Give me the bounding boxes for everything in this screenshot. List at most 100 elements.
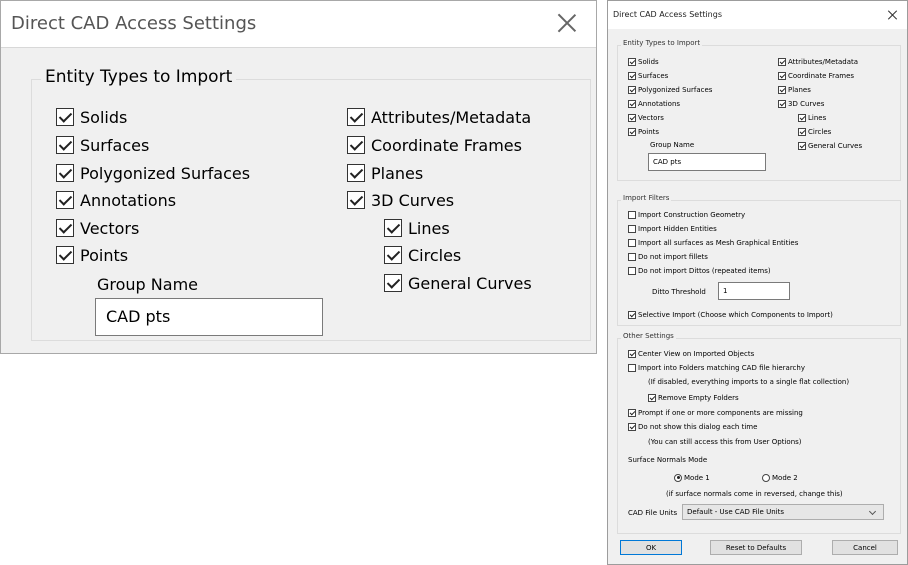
radio-icon: [674, 473, 682, 482]
group-name-input[interactable]: CAD pts: [648, 153, 766, 171]
zoomed-checkbox-general-curves[interactable]: General Curves: [384, 271, 532, 295]
ok-button[interactable]: OK: [620, 540, 682, 555]
radio-mode-2[interactable]: Mode 2: [762, 472, 798, 483]
zoomed-group-name-input[interactable]: CAD pts: [95, 298, 323, 336]
zoomed-checkbox-polygonized-surfaces[interactable]: Polygonized Surfaces: [56, 161, 250, 185]
ditto-threshold-label: Ditto Threshold: [652, 288, 706, 296]
checkbox-icon: [778, 57, 786, 66]
ditto-threshold-input[interactable]: 1: [718, 282, 790, 300]
checkbox-label: Do not import fillets: [638, 252, 708, 261]
zoomed-checkbox-points[interactable]: Points: [56, 243, 128, 267]
checkbox-label: Annotations: [638, 99, 681, 108]
zoomed-checkbox-lines[interactable]: Lines: [384, 216, 450, 240]
checkbox-do-not-show-dialog[interactable]: Do not show this dialog each time: [628, 421, 757, 432]
checkbox-icon: [628, 252, 636, 261]
checkbox-solids[interactable]: Solids: [628, 56, 659, 67]
cad-file-units-select[interactable]: Default - Use CAD File Units: [682, 504, 884, 520]
checkbox-icon: [384, 274, 402, 292]
checkbox-icon: [56, 219, 74, 237]
reset-to-defaults-button[interactable]: Reset to Defaults: [710, 540, 802, 555]
checkbox-label: Attributes/Metadata: [788, 57, 859, 66]
checkbox-label: Circles: [808, 127, 832, 136]
other-settings-legend: Other Settings: [621, 332, 676, 340]
checkbox-label: Surfaces: [80, 135, 150, 155]
checkbox-surfaces[interactable]: Surfaces: [628, 70, 668, 81]
checkbox-label: Coordinate Frames: [788, 71, 855, 80]
zoomed-checkbox-attributes-metadata[interactable]: Attributes/Metadata: [347, 105, 531, 129]
zoomed-checkbox-planes[interactable]: Planes: [347, 161, 423, 185]
checkbox-label: Solids: [80, 107, 128, 127]
checkbox-icon: [56, 246, 74, 264]
checkbox-label: Polygonized Surfaces: [80, 163, 251, 183]
checkbox-label: Vectors: [80, 218, 140, 238]
zoomed-checkbox-circles[interactable]: Circles: [384, 243, 461, 267]
normals-note: (if surface normals come in reversed, ch…: [666, 490, 843, 498]
checkbox-label: Polygonized Surfaces: [638, 85, 713, 94]
checkbox-do-not-import-dittos[interactable]: Do not import Dittos (repeated items): [628, 265, 771, 276]
checkbox-attributes-metadata[interactable]: Attributes/Metadata: [778, 56, 858, 67]
checkbox-label: Import Hidden Entities: [638, 224, 717, 233]
checkbox-coordinate-frames[interactable]: Coordinate Frames: [778, 70, 854, 81]
zoomed-checkbox-coordinate-frames[interactable]: Coordinate Frames: [347, 133, 522, 157]
zoomed-close-icon[interactable]: [553, 9, 581, 37]
checkbox-selective-import[interactable]: Selective Import (Choose which Component…: [628, 309, 833, 320]
checkbox-icon: [628, 310, 636, 319]
group-name-label: Group Name: [650, 141, 695, 149]
chevron-down-icon: [868, 507, 877, 516]
zoomed-checkbox-vectors[interactable]: Vectors: [56, 216, 139, 240]
checkbox-icon: [798, 141, 806, 150]
checkbox-icon: [56, 164, 74, 182]
checkbox-prompt-missing[interactable]: Prompt if one or more components are mis…: [628, 407, 803, 418]
checkbox-icon: [347, 108, 365, 126]
zoomed-checkbox-surfaces[interactable]: Surfaces: [56, 133, 149, 157]
checkbox-label: General Curves: [808, 141, 863, 150]
checkbox-icon: [628, 99, 636, 108]
checkbox-general-curves[interactable]: General Curves: [798, 140, 862, 151]
checkbox-icon: [798, 113, 806, 122]
checkbox-label: Lines: [408, 218, 450, 238]
radio-mode-1[interactable]: Mode 1: [674, 472, 710, 483]
checkbox-icon: [778, 99, 786, 108]
checkbox-do-not-import-fillets[interactable]: Do not import fillets: [628, 251, 708, 262]
checkbox-3d-curves[interactable]: 3D Curves: [778, 98, 824, 109]
checkbox-label: Lines: [808, 113, 827, 122]
surface-normals-label: Surface Normals Mode: [628, 456, 708, 464]
select-value: Default - Use CAD File Units: [687, 508, 784, 516]
checkbox-import-into-folders[interactable]: Import into Folders matching CAD file hi…: [628, 362, 805, 373]
checkbox-label: 3D Curves: [371, 190, 455, 210]
checkbox-center-view[interactable]: Center View on Imported Objects: [628, 348, 754, 359]
checkbox-import-construction-geometry[interactable]: Import Construction Geometry: [628, 209, 745, 220]
checkbox-remove-empty-folders[interactable]: Remove Empty Folders: [648, 392, 739, 403]
zoomed-entity-types-legend: Entity Types to Import: [41, 67, 237, 87]
checkbox-label: Import all surfaces as Mesh Graphical En…: [638, 238, 799, 247]
close-icon[interactable]: [887, 9, 899, 21]
checkbox-icon: [384, 219, 402, 237]
checkbox-circles[interactable]: Circles: [798, 126, 831, 137]
checkbox-icon: [56, 136, 74, 154]
checkbox-points[interactable]: Points: [628, 126, 659, 137]
checkbox-label: Coordinate Frames: [371, 135, 522, 155]
zoomed-dialog-title: Direct CAD Access Settings: [11, 13, 257, 34]
radio-label: Mode 1: [684, 473, 710, 482]
dialog-title-bar: Direct CAD Access Settings: [608, 1, 907, 29]
checkbox-polygonized-surfaces[interactable]: Polygonized Surfaces: [628, 84, 712, 95]
checkbox-label: Solids: [638, 57, 659, 66]
cancel-button[interactable]: Cancel: [832, 540, 898, 555]
checkbox-import-mesh-entities[interactable]: Import all surfaces as Mesh Graphical En…: [628, 237, 798, 248]
checkbox-icon: [628, 238, 636, 247]
folders-note: (If disabled, everything imports to a si…: [648, 378, 850, 386]
checkbox-vectors[interactable]: Vectors: [628, 112, 664, 123]
checkbox-icon: [347, 191, 365, 209]
checkbox-lines[interactable]: Lines: [798, 112, 826, 123]
radio-icon: [762, 473, 770, 482]
checkbox-import-hidden-entities[interactable]: Import Hidden Entities: [628, 223, 717, 234]
zoomed-checkbox-solids[interactable]: Solids: [56, 105, 127, 129]
checkbox-label: Center View on Imported Objects: [638, 349, 755, 358]
zoomed-checkbox-annotations[interactable]: Annotations: [56, 188, 176, 212]
checkbox-label: Selective Import (Choose which Component…: [638, 310, 833, 319]
checkbox-planes[interactable]: Planes: [778, 84, 811, 95]
checkbox-label: Remove Empty Folders: [658, 393, 739, 402]
checkbox-icon: [628, 85, 636, 94]
checkbox-annotations[interactable]: Annotations: [628, 98, 680, 109]
zoomed-checkbox-3d-curves[interactable]: 3D Curves: [347, 188, 454, 212]
